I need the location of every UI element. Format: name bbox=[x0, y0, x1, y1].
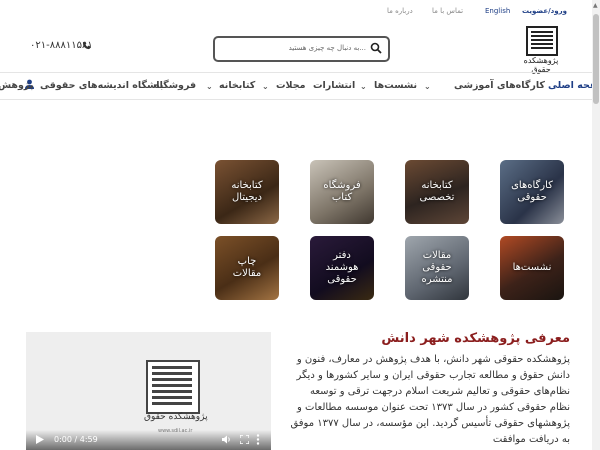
video-logo-text: پژوهشکده حقوق bbox=[144, 412, 208, 422]
tile-label: دفتر هوشمند حقوقی bbox=[325, 250, 359, 285]
tile-specialized-library[interactable]: کتابخانه تخصصی bbox=[405, 160, 469, 224]
play-icon[interactable] bbox=[36, 435, 44, 444]
tile-article-printing[interactable]: چاپ مقالات bbox=[215, 236, 279, 300]
tile-label: چاپ مقالات bbox=[232, 256, 262, 279]
intro-title: معرفی پژوهشکده شهر دانش bbox=[381, 331, 570, 346]
tile-smart-legal-office[interactable]: دفتر هوشمند حقوقی bbox=[310, 236, 374, 300]
search-box[interactable]: به دنبال چه چیزی هستید... bbox=[213, 36, 390, 62]
tile-digital-library[interactable]: کتابخانه دیجیتال bbox=[215, 160, 279, 224]
intro-text: پژوهشکده حقوقی شهر دانش، با هدف پژوهش در… bbox=[290, 354, 570, 445]
scrollbar-thumb[interactable] bbox=[593, 14, 599, 104]
top-bar: ورود/عضویت English تماس با ما درباره ما bbox=[0, 0, 592, 22]
tile-bookstore[interactable]: فروشگاه کتاب bbox=[310, 160, 374, 224]
tile-label: کتابخانه دیجیتال bbox=[231, 180, 263, 203]
page-scrollbar[interactable]: ▲ bbox=[592, 0, 600, 450]
chevron-down-icon: ⌄ bbox=[424, 82, 431, 91]
header: پژوهشکده حقوق به دنبال چه چیزی هستید... … bbox=[0, 22, 592, 74]
volume-icon[interactable] bbox=[222, 435, 232, 444]
fullscreen-icon[interactable] bbox=[240, 435, 249, 444]
tile-label: کتابخانه تخصصی bbox=[419, 180, 455, 203]
nav-library[interactable]: کتابخانه bbox=[219, 80, 255, 91]
login-link[interactable]: ورود/عضویت bbox=[522, 7, 567, 15]
chevron-down-icon: ⌄ bbox=[206, 82, 213, 91]
video-time: 0:00 / 4:59 bbox=[54, 435, 98, 444]
contact-link[interactable]: تماس با ما bbox=[432, 7, 463, 15]
tile-label: مقالات حقوقی منتشره bbox=[421, 250, 453, 285]
tile-workshops[interactable]: کارگاه‌های حقوقی bbox=[500, 160, 564, 224]
nav-sessions[interactable]: نشست‌ها bbox=[374, 80, 417, 91]
phone-icon bbox=[82, 41, 91, 50]
english-link[interactable]: English bbox=[485, 7, 510, 15]
intro-video[interactable]: پژوهشکده حقوق www.sdil.ac.ir 0:00 / 4:59 bbox=[26, 332, 271, 450]
nav-club[interactable]: باشگاه اندیشه‌های حقوقی bbox=[40, 80, 163, 91]
logo-emblem bbox=[526, 26, 558, 56]
main-nav: صفحه اصلی کارگاه‌های آموزشی ⌄ نشست‌ها ⌄ … bbox=[0, 72, 600, 100]
tile-published-articles[interactable]: مقالات حقوقی منتشره bbox=[405, 236, 469, 300]
tile-label: نشست‌ها bbox=[512, 262, 552, 273]
site-logo[interactable]: پژوهشکده حقوق bbox=[518, 26, 564, 74]
tile-sessions[interactable]: نشست‌ها bbox=[500, 236, 564, 300]
tile-label: کارگاه‌های حقوقی bbox=[511, 180, 553, 203]
more-options-icon[interactable] bbox=[256, 434, 260, 445]
nav-workshops[interactable]: کارگاه‌های آموزشی bbox=[454, 80, 545, 91]
nav-journals[interactable]: مجلات bbox=[276, 80, 306, 91]
search-input[interactable]: به دنبال چه چیزی هستید... bbox=[289, 44, 366, 52]
tile-label: فروشگاه کتاب bbox=[323, 180, 361, 203]
search-icon[interactable] bbox=[370, 42, 382, 54]
about-link[interactable]: درباره ما bbox=[387, 7, 413, 15]
nav-publications[interactable]: انتشارات bbox=[313, 80, 355, 91]
nav-researchers[interactable]: پژوهش bbox=[0, 80, 33, 91]
scroll-up-icon[interactable]: ▲ bbox=[593, 2, 599, 9]
video-logo-emblem bbox=[146, 360, 200, 414]
chevron-down-icon: ⌄ bbox=[262, 82, 269, 91]
chevron-down-icon: ⌄ bbox=[360, 82, 367, 91]
video-controls: 0:00 / 4:59 bbox=[26, 430, 271, 450]
